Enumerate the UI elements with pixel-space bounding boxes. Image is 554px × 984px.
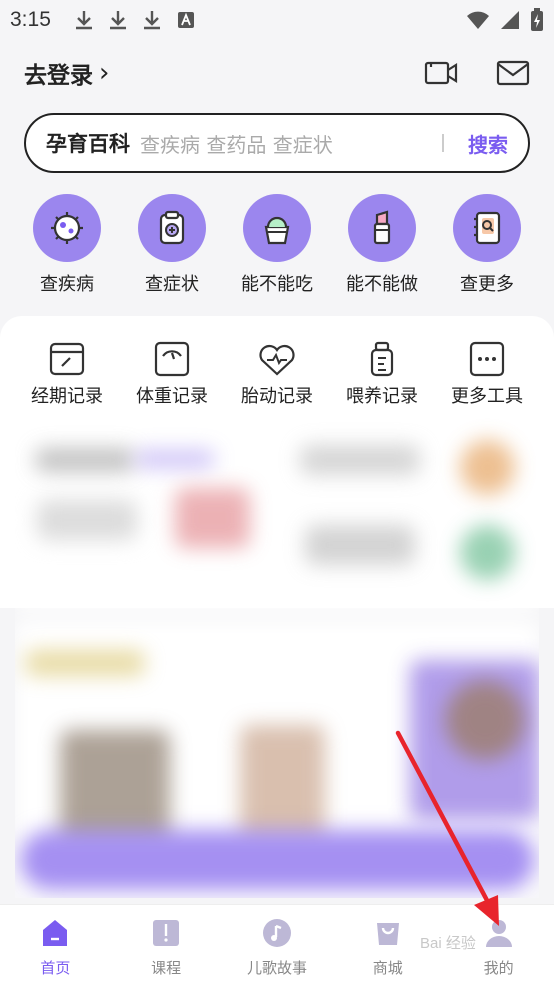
signal-icon xyxy=(501,11,519,29)
virus-icon xyxy=(33,194,101,262)
music-note-icon xyxy=(262,919,291,947)
download-icon xyxy=(109,11,126,30)
blurred-block xyxy=(175,488,250,548)
chevron-right-icon: › xyxy=(99,58,110,88)
quick-item-symptom[interactable]: 查症状 xyxy=(120,194,224,299)
tool-label: 更多工具 xyxy=(451,386,523,407)
top-header: 去登录 › xyxy=(0,48,554,98)
more-dots-icon xyxy=(469,341,505,377)
search-input[interactable]: 查疾病 查药品 查症状 xyxy=(140,129,442,158)
blurred-block xyxy=(135,450,215,468)
status-bar: 3:15 xyxy=(0,0,554,40)
search-divider xyxy=(442,134,444,152)
mail-icon[interactable] xyxy=(496,59,530,87)
tab-label: 我的 xyxy=(483,959,514,977)
search-brand: 孕育百科 xyxy=(46,132,130,156)
quick-label: 查疾病 xyxy=(40,274,94,295)
blurred-block xyxy=(25,650,145,676)
quick-actions: 查疾病 查症状 能不能吃 能不能做 查更多 xyxy=(15,194,539,299)
blurred-block xyxy=(460,440,515,495)
quick-item-more[interactable]: 查更多 xyxy=(435,194,539,299)
tool-more-tools[interactable]: 更多工具 xyxy=(435,340,539,410)
blurred-block xyxy=(305,525,415,565)
tab-label: 首页 xyxy=(40,959,71,977)
blurred-block xyxy=(37,500,137,540)
user-icon xyxy=(485,920,512,947)
search-button[interactable]: 搜索 xyxy=(468,129,508,158)
quick-item-can-eat[interactable]: 能不能吃 xyxy=(225,194,329,299)
scale-icon xyxy=(154,341,190,377)
blurred-block xyxy=(20,830,535,890)
tab-courses[interactable]: 课程 xyxy=(116,917,216,978)
quick-item-disease[interactable]: 查疾病 xyxy=(15,194,119,299)
download-icon xyxy=(143,11,160,30)
tools-row: 经期记录 体重记录 胎动记录 喂养记录 更多工具 xyxy=(15,340,539,410)
login-label: 去登录 xyxy=(24,63,93,89)
clipboard-plus-icon xyxy=(138,194,206,262)
bottle-icon xyxy=(370,341,394,377)
quick-item-can-do[interactable]: 能不能做 xyxy=(330,194,434,299)
shopping-bag-icon xyxy=(376,923,399,945)
food-cup-icon xyxy=(243,194,311,262)
home-icon xyxy=(43,920,68,946)
tab-label: 商城 xyxy=(372,959,403,977)
tool-weight-record[interactable]: 体重记录 xyxy=(120,340,224,410)
tool-label: 胎动记录 xyxy=(241,386,313,407)
blurred-block xyxy=(240,725,325,845)
wifi-icon xyxy=(467,11,489,29)
heartbeat-icon xyxy=(259,344,295,376)
blurred-block xyxy=(35,448,135,472)
tool-feeding-record[interactable]: 喂养记录 xyxy=(330,340,434,410)
tool-label: 体重记录 xyxy=(136,386,208,407)
blurred-block xyxy=(300,445,420,475)
quick-label: 查症状 xyxy=(145,274,199,295)
tool-label: 经期记录 xyxy=(31,386,103,407)
blurred-content xyxy=(15,410,539,898)
login-link[interactable]: 去登录 › xyxy=(24,56,109,90)
download-icon xyxy=(75,11,92,30)
lipstick-icon xyxy=(348,194,416,262)
blurred-block xyxy=(445,680,525,760)
watermark: Bai 经验 xyxy=(420,935,476,952)
book-search-icon xyxy=(453,194,521,262)
tool-label: 喂养记录 xyxy=(346,386,418,407)
tab-songs-stories[interactable]: 儿歌故事 xyxy=(227,917,327,978)
blurred-block xyxy=(460,525,515,580)
tab-label: 儿歌故事 xyxy=(246,959,307,977)
tool-period-record[interactable]: 经期记录 xyxy=(15,340,119,410)
quick-label: 能不能做 xyxy=(346,274,418,295)
quick-label: 查更多 xyxy=(460,274,514,295)
search-bar[interactable]: 孕育百科 查疾病 查药品 查症状 搜索 xyxy=(24,113,530,173)
battery-charging-icon xyxy=(531,8,543,31)
status-time: 3:15 xyxy=(10,8,51,31)
book-icon xyxy=(153,920,180,946)
tab-label: 课程 xyxy=(151,959,182,977)
calendar-pen-icon xyxy=(49,342,85,376)
video-icon[interactable] xyxy=(424,59,458,87)
tab-home[interactable]: 首页 xyxy=(5,917,105,978)
quick-label: 能不能吃 xyxy=(241,274,313,295)
app-notification-icon xyxy=(177,12,194,28)
tool-fetal-movement-record[interactable]: 胎动记录 xyxy=(225,340,329,410)
